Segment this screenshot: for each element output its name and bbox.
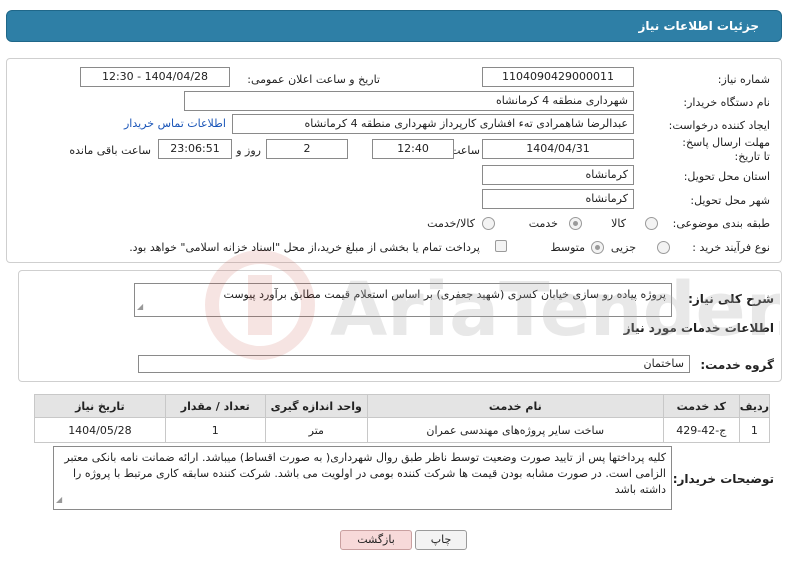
services-table: ردیف کد خدمت نام خدمت واحد اندازه گیری ت… (34, 394, 771, 443)
announce-datetime-label: تاریخ و ساعت اعلان عمومی: (247, 73, 380, 86)
deadline-time-field: 12:40 (372, 139, 454, 159)
treasury-payment-checkbox[interactable] (495, 240, 507, 252)
buyer-org-field: شهرداری منطقه 4 کرمانشاه (184, 91, 634, 111)
row-qty: 1 (164, 417, 266, 443)
table-row[interactable]: 1 ج-42-429 ساخت سایر پروژه‌های مهندسی عم… (34, 417, 771, 443)
need-number-field: 1104090429000011 (482, 67, 634, 87)
summary-textarea: پروژه پیاده رو سازی خیابان کسری (شهید جع… (134, 283, 672, 317)
announce-datetime-field: 1404/04/28 - 12:30 (80, 67, 230, 87)
category-goods-label: کالا (611, 217, 626, 230)
deadline-date-field: 1404/04/31 (482, 139, 634, 159)
delivery-province-field: کرمانشاه (482, 165, 634, 185)
row-date: 1404/05/28 (34, 417, 166, 443)
days-label: روز و (236, 144, 261, 157)
print-button[interactable]: چاپ (415, 530, 467, 550)
need-number-label: شماره نیاز: (717, 73, 770, 86)
deadline-label: مهلت ارسال پاسخ: تا تاریخ: (682, 136, 770, 163)
category-goods-radio[interactable] (645, 217, 658, 230)
services-section-title: اطلاعات خدمات مورد نیاز (623, 321, 774, 335)
creator-field: عبدالرضا شاهمرادی تهء افشاری کارپرداز شه… (232, 114, 634, 134)
buyer-notes-label: توضیحات خریدار: (672, 472, 774, 486)
category-service-label: خدمت (528, 217, 558, 230)
treasury-note: پرداخت تمام یا بخشی از مبلغ خرید،از محل … (129, 241, 480, 254)
row-code: ج-42-429 (662, 417, 740, 443)
purchase-medium-label: متوسط (550, 241, 585, 254)
category-goods-service-radio[interactable] (482, 217, 495, 230)
purchase-medium-radio[interactable] (591, 241, 604, 254)
category-service-radio[interactable] (569, 217, 582, 230)
remaining-days-field: 2 (266, 139, 348, 159)
buyer-notes-text: کلیه پرداختها پس از تایید صورت وضعیت توس… (64, 451, 666, 496)
row-name: ساخت سایر پروژه‌های مهندسی عمران (366, 417, 664, 443)
category-goods-service-label: کالا/خدمت (427, 217, 475, 230)
page-title: جزئیات اطلاعات نیاز (638, 19, 759, 33)
row-index: 1 (738, 417, 771, 443)
remaining-time-label: ساعت باقی مانده (69, 144, 151, 157)
deadline-time-label: ساعت (450, 144, 480, 157)
table-header-row: ردیف کد خدمت نام خدمت واحد اندازه گیری ت… (34, 394, 771, 418)
resize-grip-icon[interactable]: ◢ (137, 299, 143, 315)
col-index-header: ردیف (738, 394, 771, 418)
back-button[interactable]: بازگشت (340, 530, 412, 550)
delivery-city-label: شهر محل تحویل: (690, 194, 770, 207)
delivery-province-label: استان محل تحویل: (683, 170, 770, 183)
purchase-minor-label: جزیی (610, 241, 636, 254)
buyer-notes-textarea: کلیه پرداختها پس از تایید صورت وضعیت توس… (53, 446, 672, 510)
remaining-time-field: 23:06:51 (158, 139, 232, 159)
summary-text: پروژه پیاده رو سازی خیابان کسری (شهید جع… (223, 288, 666, 301)
col-qty-header: تعداد / مقدار (164, 394, 266, 418)
service-group-label: گروه خدمت: (700, 358, 774, 372)
col-unit-header: واحد اندازه گیری (264, 394, 368, 418)
page-header: جزئیات اطلاعات نیاز (6, 10, 782, 42)
col-date-header: تاریخ نیاز (34, 394, 166, 418)
creator-label: ایجاد کننده درخواست: (668, 119, 770, 132)
buyer-org-label: نام دستگاه خریدار: (683, 96, 770, 109)
purchase-type-label: نوع فرآیند خرید : (692, 241, 770, 254)
col-code-header: کد خدمت (662, 394, 740, 418)
delivery-city-field: کرمانشاه (482, 189, 634, 209)
service-group-field: ساختمان (138, 355, 690, 373)
col-name-header: نام خدمت (366, 394, 664, 418)
category-label: طبقه بندی موضوعی: (672, 217, 770, 230)
purchase-minor-radio[interactable] (657, 241, 670, 254)
buyer-contact-link[interactable]: اطلاعات تماس خریدار (124, 117, 226, 130)
resize-grip-icon[interactable]: ◢ (56, 492, 62, 508)
row-unit: متر (264, 417, 368, 443)
need-info-panel (6, 58, 782, 263)
summary-label: شرح کلی نیاز: (688, 292, 774, 306)
